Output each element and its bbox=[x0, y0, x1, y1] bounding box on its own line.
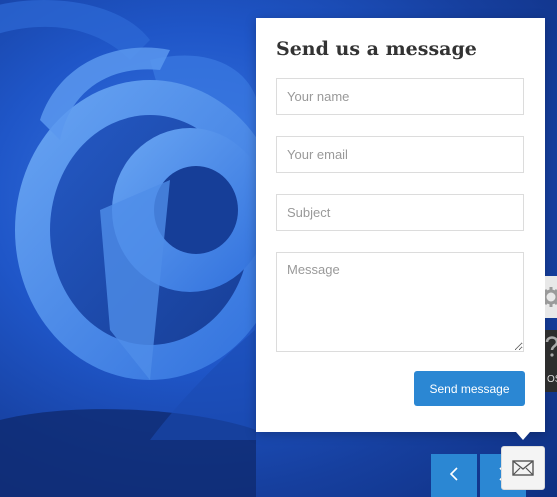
subject-input[interactable] bbox=[276, 194, 524, 231]
settings-side-tab[interactable] bbox=[545, 276, 557, 318]
chevron-left-icon bbox=[449, 467, 458, 481]
message-textarea[interactable] bbox=[276, 252, 524, 352]
send-message-button[interactable]: Send message bbox=[414, 371, 525, 406]
email-input[interactable] bbox=[276, 136, 524, 173]
contact-form-panel: Send us a message Send message bbox=[256, 18, 545, 432]
name-input[interactable] bbox=[276, 78, 524, 115]
question-icon bbox=[545, 336, 557, 357]
page-background: Send us a message Send message bbox=[0, 0, 557, 497]
previous-button[interactable] bbox=[431, 454, 477, 497]
envelope-icon bbox=[512, 460, 534, 476]
help-side-tab[interactable]: OS bbox=[545, 330, 557, 392]
contact-toggle-button[interactable] bbox=[501, 446, 545, 490]
contact-form-title: Send us a message bbox=[276, 38, 477, 60]
panel-pointer bbox=[516, 432, 530, 440]
help-side-tab-label: OS bbox=[547, 374, 557, 385]
gear-icon bbox=[545, 287, 557, 307]
